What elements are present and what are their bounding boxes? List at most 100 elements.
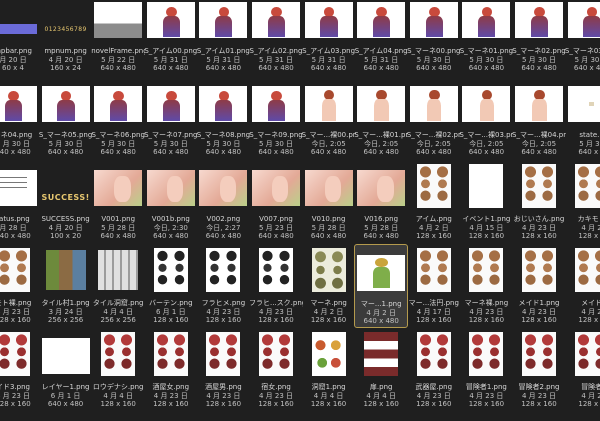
file-item[interactable]: アイム.png 4 月 2 日 128 x 160 bbox=[407, 160, 461, 244]
file-item[interactable]: イド3.png4 月 23 日128 x 160 bbox=[0, 328, 40, 412]
file-item[interactable]: 洞窟1.png 4 月 4 日 128 x 160 bbox=[302, 328, 356, 412]
file-item[interactable]: S_アイム04.png 5 月 31 日 640 x 480 bbox=[354, 0, 408, 76]
file-name: マー...1.png bbox=[360, 300, 402, 308]
file-dimensions: 100 x 20 bbox=[50, 232, 82, 240]
file-thumbnail bbox=[469, 164, 504, 208]
file-dimensions: 128 x 160 bbox=[468, 400, 505, 408]
file-item[interactable]: メイド1.png 4 月 23 日 128 x 160 bbox=[512, 244, 566, 328]
file-item[interactable]: S_マーネ02.png 5 月 30 日 640 x 480 bbox=[512, 0, 566, 76]
file-name: フラヒメ.png bbox=[201, 299, 246, 307]
file-item[interactable]: タイル村1.png 3 月 24 日 256 x 256 bbox=[39, 244, 93, 328]
file-item[interactable]: イベント1.png 4 月 15 日 128 x 160 bbox=[459, 160, 513, 244]
file-thumbnail bbox=[199, 86, 248, 122]
file-item[interactable]: フラヒ...スク.png 4 月 23 日 128 x 160 bbox=[249, 244, 303, 328]
file-item[interactable]: 冒険者2.png 4 月 23 日 128 x 160 bbox=[512, 328, 566, 412]
file-item[interactable]: V016.png 5 月 28 日 640 x 480 bbox=[354, 160, 408, 244]
file-item[interactable]: S_マーネ07.png 5 月 30 日 640 x 480 bbox=[144, 76, 198, 160]
file-item[interactable]: 0123456789 mpnum.png 4 月 20 日 160 x 24 bbox=[39, 0, 93, 76]
file-dimensions: 256 x 256 bbox=[47, 316, 84, 324]
file-item[interactable]: ロウデナシ.png 4 月 4 日 128 x 160 bbox=[91, 328, 145, 412]
file-item[interactable]: 宿女.png 4 月 23 日 128 x 160 bbox=[249, 328, 303, 412]
file-item[interactable]: 酒屋男.png 4 月 23 日 128 x 160 bbox=[196, 328, 250, 412]
file-item[interactable]: 武器屋.png 4 月 23 日 128 x 160 bbox=[407, 328, 461, 412]
file-date: 今日, 2:05 bbox=[469, 139, 504, 148]
file-thumbnail bbox=[94, 86, 143, 122]
file-item[interactable]: mpbar.png月 20 日60 x 4 bbox=[0, 0, 40, 76]
file-item[interactable]: 酒屋女.png 4 月 23 日 128 x 160 bbox=[144, 328, 198, 412]
file-item[interactable]: S_アイム02.png 5 月 31 日 640 x 480 bbox=[249, 0, 303, 76]
file-dimensions: 640 x 480 bbox=[416, 64, 452, 72]
file-item[interactable]: マーネ裸.png 4 月 23 日 128 x 160 bbox=[459, 244, 513, 328]
file-date: 5 月 23 日 bbox=[258, 223, 294, 232]
file-date: 5 月 30 日 bbox=[101, 139, 136, 148]
file-date: 4 月 2 日 bbox=[313, 307, 344, 316]
file-item[interactable]: S_マー...裸04.png今日, 2:05640 x 480 bbox=[512, 76, 566, 160]
file-dimensions: 640 x 480 bbox=[363, 148, 399, 156]
file-item[interactable]: バーテン.png 6 月 1 日 128 x 160 bbox=[144, 244, 198, 328]
file-name: S_マーネ01.png bbox=[459, 47, 514, 55]
file-date: 4 月 23 日 bbox=[416, 391, 451, 400]
file-thumbnail bbox=[416, 164, 451, 208]
file-item[interactable]: S_マー...裸00.png今日, 2:05640 x 480 bbox=[302, 76, 356, 160]
file-thumbnail bbox=[0, 170, 37, 206]
file-item[interactable]: レイヤー1.png 6 月 1 日 640 x 480 bbox=[39, 328, 93, 412]
file-name: メイド1.png bbox=[518, 299, 560, 307]
file-item[interactable]: V002.png 今日, 2:27 640 x 480 bbox=[196, 160, 250, 244]
file-item[interactable]: マー...1.png 4 月 2 日 640 x 480 bbox=[354, 244, 409, 328]
file-date: 5 月 30 日 bbox=[153, 139, 188, 148]
file-item[interactable]: SUCCESS! SUCCESS.png 4 月 20 日 100 x 20 bbox=[39, 160, 93, 244]
file-name: 冒険者 bbox=[581, 383, 600, 391]
file-item[interactable]: 冒険者4 月 2128 x 1 bbox=[565, 328, 600, 412]
file-name: タイル村1.png bbox=[41, 299, 90, 307]
file-name: タイル洞窟.png bbox=[92, 299, 144, 307]
file-dimensions: 256 x 256 bbox=[100, 316, 136, 324]
file-item[interactable]: V007.png 5 月 23 日 640 x 480 bbox=[249, 160, 303, 244]
file-item[interactable]: S_アイム03.png 5 月 31 日 640 x 480 bbox=[302, 0, 356, 76]
file-item[interactable]: state.p5 月 31640 x 4 bbox=[565, 76, 600, 160]
file-item[interactable]: メイド4 月 2128 x 1 bbox=[565, 244, 600, 328]
file-item[interactable]: ーネ04.png5 月 30 日640 x 480 bbox=[0, 76, 40, 160]
file-thumbnail: SUCCESS! bbox=[41, 192, 90, 202]
file-item[interactable]: マーネ.png 4 月 2 日 128 x 160 bbox=[302, 244, 356, 328]
file-dimensions: 640 x 480 bbox=[258, 148, 294, 156]
file-thumbnail bbox=[0, 24, 37, 34]
file-item[interactable]: S_マーネ03.png5 月 30 日640 x 480 bbox=[565, 0, 600, 76]
file-item[interactable]: カキモト4 月 2128 x 1 bbox=[565, 160, 600, 244]
file-item[interactable]: S_マーネ01.png 5 月 30 日 640 x 480 bbox=[459, 0, 513, 76]
file-thumbnail bbox=[357, 2, 406, 38]
file-item[interactable]: S_アイム00.png 5 月 31 日 640 x 480 bbox=[144, 0, 198, 76]
file-date: 4 月 23 日 bbox=[521, 223, 557, 232]
file-item[interactable]: V001b.png 今日, 2:30 640 x 480 bbox=[144, 160, 198, 244]
file-thumbnail bbox=[153, 332, 188, 376]
file-date: 今日, 2:30 bbox=[153, 223, 188, 232]
file-date: 5 月 22 日 bbox=[101, 55, 136, 64]
file-item[interactable]: novelFrame.png 5 月 22 日 640 x 480 bbox=[91, 0, 145, 76]
file-item[interactable]: S_マー...裸01.png今日, 2:05640 x 480 bbox=[354, 76, 408, 160]
file-item[interactable]: モト裸.png4 月 23 日128 x 160 bbox=[0, 244, 40, 328]
file-item[interactable]: マー...法円.png 4 月 17 日 128 x 160 bbox=[407, 244, 461, 328]
file-item[interactable]: V001.png 5 月 28 日 640 x 480 bbox=[91, 160, 145, 244]
file-item[interactable]: フラヒメ.png 4 月 23 日 128 x 160 bbox=[196, 244, 250, 328]
file-item[interactable]: S_マーネ05.png 5 月 30 日 640 x 480 bbox=[39, 76, 93, 160]
file-item[interactable]: おじいさん.png 4 月 23 日 128 x 160 bbox=[512, 160, 566, 244]
file-item[interactable]: S_マーネ08.png 5 月 30 日 640 x 480 bbox=[196, 76, 250, 160]
file-item[interactable]: tatus.png月 28 日640 x 480 bbox=[0, 160, 40, 244]
file-item[interactable]: タイル洞窟.png 4 月 4 日 256 x 256 bbox=[91, 244, 145, 328]
file-item[interactable]: S_マー...裸03.png今日, 2:05640 x 480 bbox=[459, 76, 513, 160]
file-dimensions: 128 x 160 bbox=[205, 400, 242, 408]
file-thumbnail bbox=[574, 164, 600, 208]
file-item[interactable]: S_マーネ00.png 5 月 30 日 640 x 480 bbox=[407, 0, 461, 76]
file-item[interactable]: S_マーネ09.png 5 月 30 日 640 x 480 bbox=[249, 76, 303, 160]
file-date: 月 28 日 bbox=[0, 223, 27, 232]
file-item[interactable]: 扉.png 4 月 4 日 128 x 160 bbox=[354, 328, 408, 412]
file-name: 武器屋.png bbox=[415, 383, 453, 391]
file-item[interactable]: S_マー...裸02.png今日, 2:05640 x 480 bbox=[407, 76, 461, 160]
file-item[interactable]: 冒険者1.png 4 月 23 日 128 x 160 bbox=[459, 328, 513, 412]
file-name: novelFrame.png bbox=[91, 47, 146, 55]
file-name: S_マーネ05.png bbox=[38, 131, 93, 139]
file-item[interactable]: S_マーネ06.png 5 月 30 日 640 x 480 bbox=[91, 76, 145, 160]
file-name: 扉.png bbox=[369, 383, 393, 391]
file-item[interactable]: S_アイム01.png 5 月 31 日 640 x 480 bbox=[196, 0, 250, 76]
file-dimensions: 640 x 480 bbox=[363, 317, 399, 325]
file-item[interactable]: V010.png 5 月 28 日 640 x 480 bbox=[302, 160, 356, 244]
